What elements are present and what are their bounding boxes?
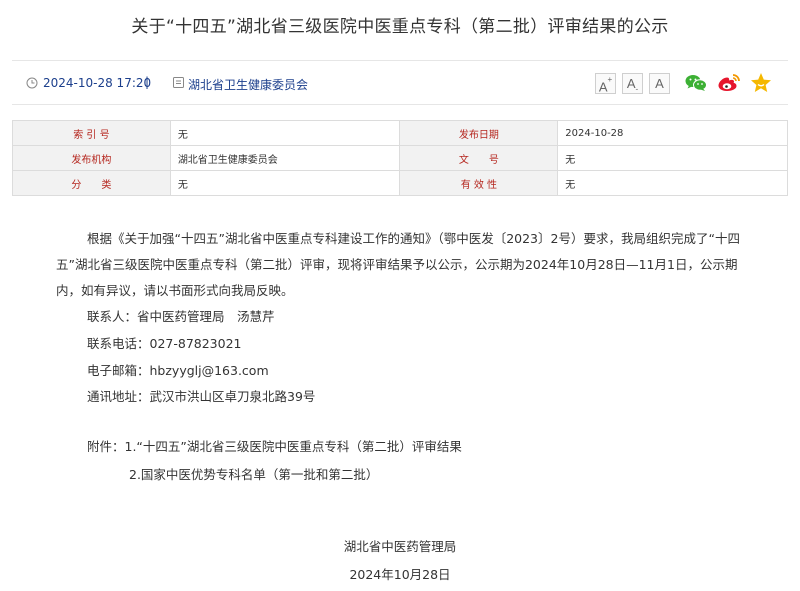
article-body: 根据《关于加强“十四五”湖北省中医重点专科建设工作的通知》（鄂中医发〔2023〕… (56, 226, 756, 489)
issuing-agency-label: 发布机构 (12, 145, 171, 171)
publish-datetime: 2024-10-28 17:20 (43, 76, 152, 90)
publisher-icon (173, 77, 184, 88)
font-size-large-button[interactable]: A+ (595, 73, 616, 94)
publisher-link[interactable]: 湖北省卫生健康委员会 (188, 76, 308, 93)
signature-date: 2024年10月28日 (349, 567, 451, 582)
weibo-icon[interactable] (717, 71, 741, 95)
contact-person: 联系人：省中医药管理局 汤慧芹 (87, 309, 275, 324)
contact-address: 通讯地址：武汉市洪山区卓刀泉北路39号 (87, 389, 316, 405)
favorite-star-icon[interactable] (749, 71, 773, 95)
table-row: 发布机构 湖北省卫生健康委员会 文 号 无 (12, 145, 788, 171)
index-number-label: 索 引 号 (12, 120, 171, 146)
document-number-label: 文 号 (399, 145, 559, 171)
validity-value: 无 (557, 170, 788, 196)
contact-email: 电子邮箱：hbzyyglj@163.com (87, 362, 269, 378)
table-row: 分 类 无 有 效 性 无 (12, 170, 788, 196)
issuing-agency-value: 湖北省卫生健康委员会 (169, 145, 401, 171)
meta-separator: | (145, 75, 150, 89)
page-title: 关于“十四五”湖北省三级医院中医重点专科（第二批）评审结果的公示 (131, 17, 669, 37)
wechat-icon[interactable] (684, 71, 708, 95)
index-number-value: 无 (169, 120, 401, 146)
document-info-table: 索 引 号 无 发布日期 2024-10-28 发布机构 湖北省卫生健康委员会 … (12, 120, 788, 196)
publish-date-label: 发布日期 (399, 120, 559, 146)
category-label: 分 类 (12, 170, 171, 196)
signature-organization: 湖北省中医药管理局 (343, 539, 457, 554)
font-size-medium-button[interactable]: A- (622, 73, 643, 94)
clock-icon (26, 77, 38, 89)
attachment-link-2[interactable]: 2.国家中医优势专科名单（第一批和第二批） (56, 461, 756, 489)
article-meta-bar: 2024-10-28 17:20 | 湖北省卫生健康委员会 A+ A- A (12, 60, 788, 105)
body-paragraph: 根据《关于加强“十四五”湖北省中医重点专科建设工作的通知》（鄂中医发〔2023〕… (56, 231, 740, 298)
publish-date-value: 2024-10-28 (557, 120, 788, 146)
contact-phone: 联系电话：027-87823021 (87, 335, 242, 351)
validity-label: 有 效 性 (399, 170, 559, 196)
table-row: 索 引 号 无 发布日期 2024-10-28 (12, 120, 788, 146)
font-size-reset-button[interactable]: A (649, 73, 670, 94)
category-value: 无 (169, 170, 401, 196)
attachment-link-1[interactable]: 附件：1.“十四五”湖北省三级医院中医重点专科（第二批）评审结果 (56, 433, 756, 461)
document-number-value: 无 (557, 145, 788, 171)
